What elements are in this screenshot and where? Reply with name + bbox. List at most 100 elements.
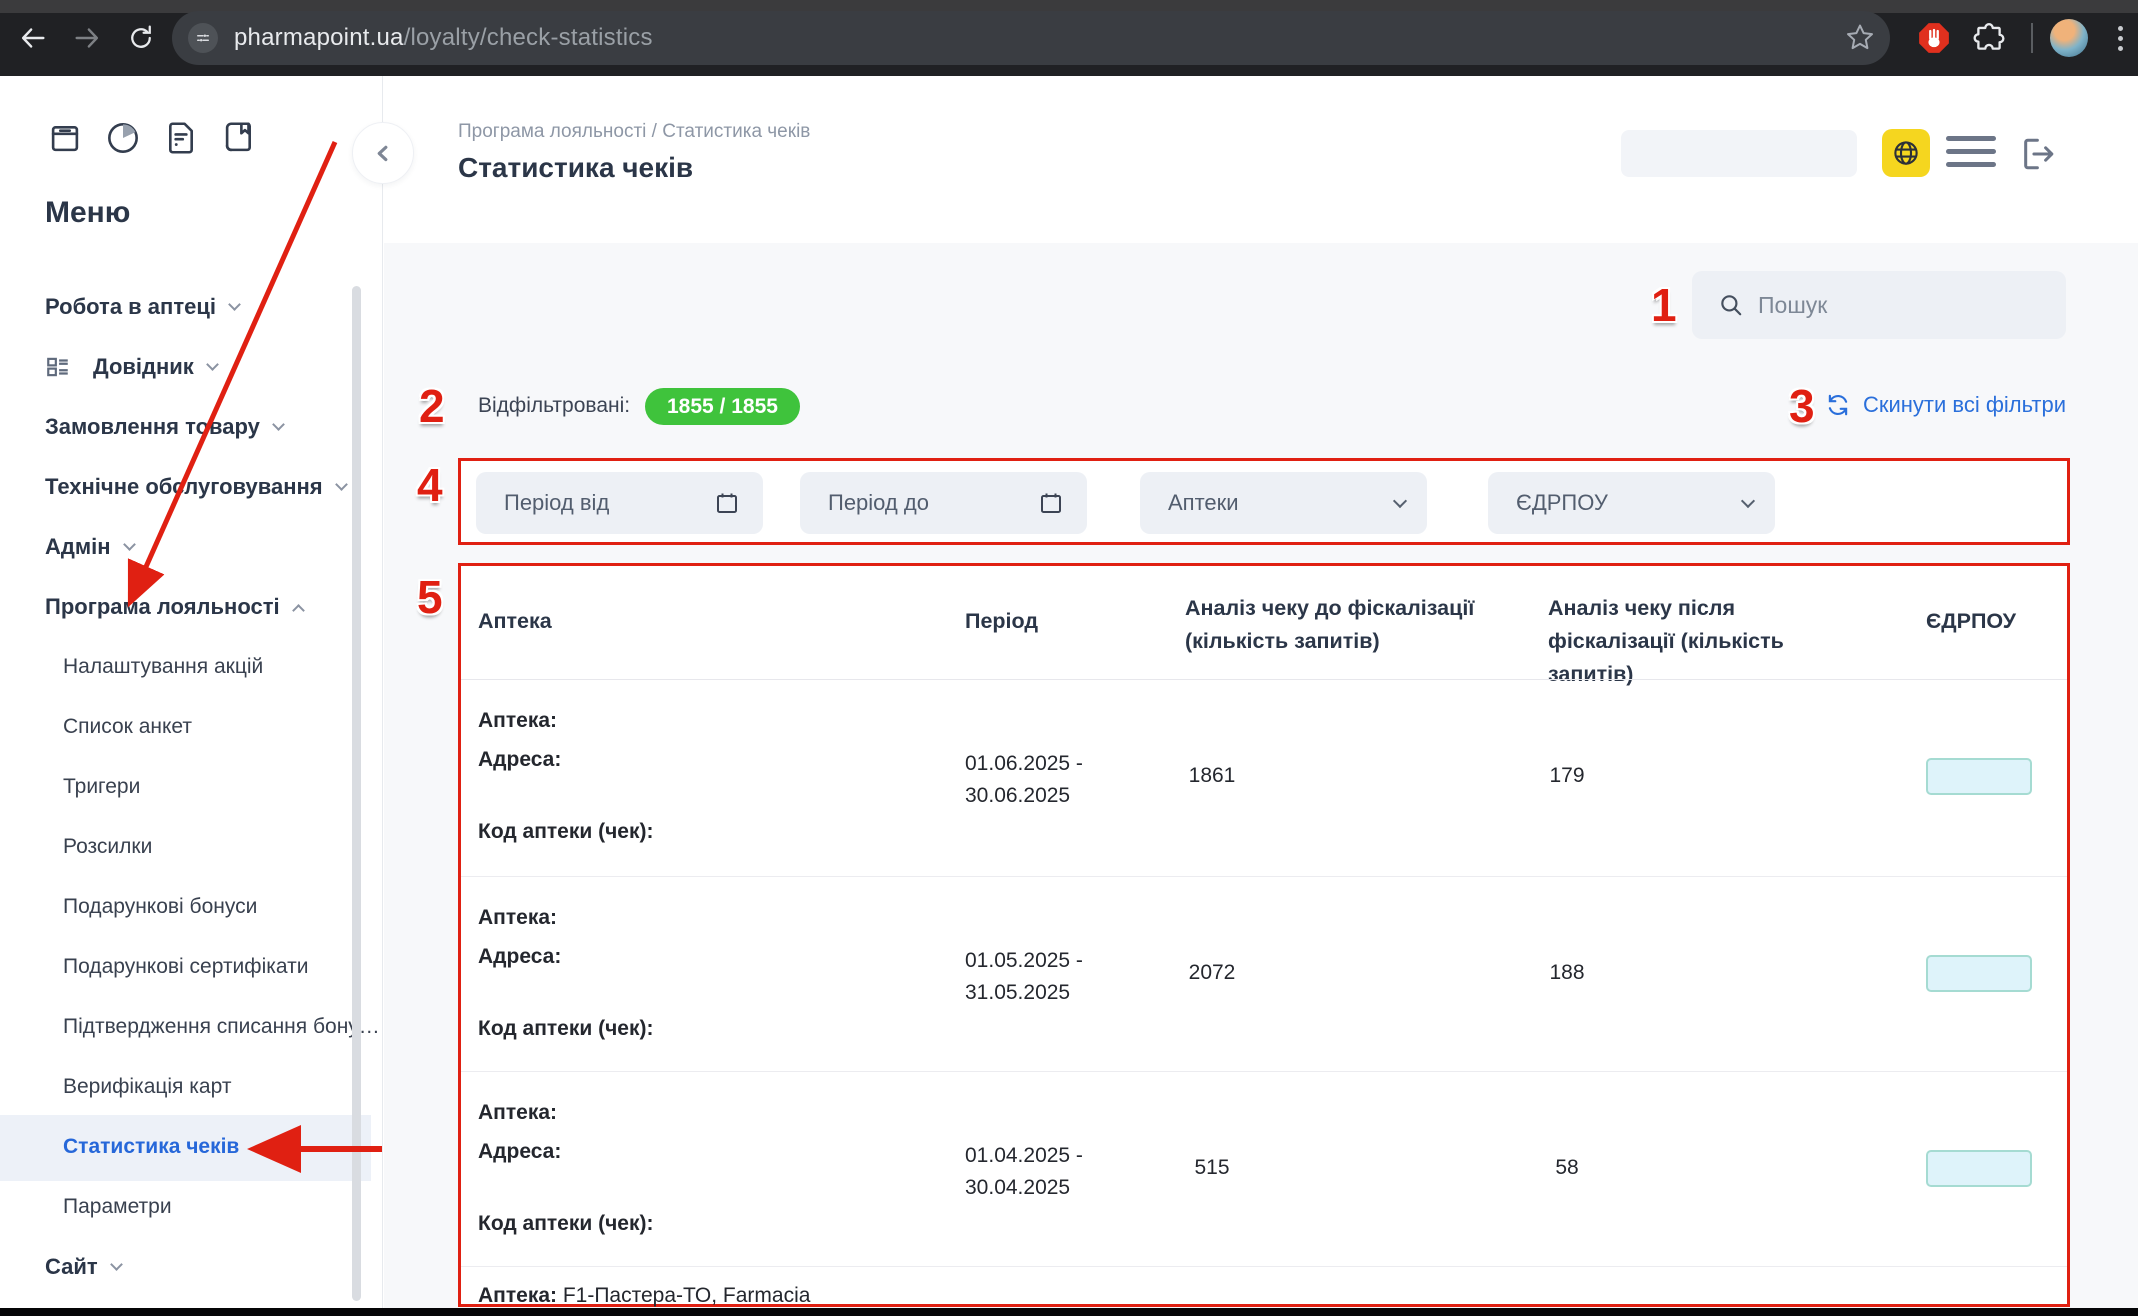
row-label-pharmacy: Аптека:: [478, 906, 557, 930]
row-label-code: Код аптеки (чек):: [478, 820, 653, 844]
sidebar-section-site[interactable]: Сайт: [45, 1252, 121, 1282]
language-globe-button[interactable]: [1882, 129, 1930, 177]
extensions-puzzle-icon[interactable]: [1972, 21, 2006, 60]
search-input[interactable]: [1758, 292, 2038, 319]
chevron-down-icon: [335, 478, 348, 491]
annotation-number-2: 2: [419, 379, 445, 433]
url-path: /loyalty/check-statistics: [404, 24, 653, 51]
page: pharmapoint.ua/loyalty/check-statistics: [0, 0, 2138, 1316]
row-separator: [461, 1266, 2067, 1267]
sidebar-item-check-statistics[interactable]: Статистика чеків: [63, 1132, 239, 1162]
box-icon[interactable]: [41, 114, 89, 162]
sidebar-section-loyalty[interactable]: Програма лояльності: [45, 592, 303, 622]
list-icon: [45, 354, 71, 380]
row-separator: [461, 1071, 2067, 1072]
sidebar-item-mailings[interactable]: Розсилки: [63, 832, 152, 862]
col-period: Період: [965, 609, 1038, 634]
row-label-code: Код аптеки (чек):: [478, 1017, 653, 1041]
sidebar-scrollbar[interactable]: [352, 286, 361, 1301]
url-domain: pharmapoint.ua: [234, 24, 404, 51]
sidebar-section-directory[interactable]: Довідник: [45, 352, 217, 382]
row-label-code: Код аптеки (чек):: [478, 1212, 653, 1236]
sidebar-item-bonus-writeoff-confirm[interactable]: Підтвердження списання бону…: [63, 1012, 380, 1042]
table-header-border: [461, 679, 2067, 680]
row-label-address: Адреса:: [478, 1140, 561, 1164]
after-count: 179: [1532, 764, 1602, 788]
browser-toolbar: pharmapoint.ua/loyalty/check-statistics: [0, 0, 2138, 76]
sidebar-item-card-verification[interactable]: Верифікація карт: [63, 1072, 231, 1102]
row-label-address: Адреса:: [478, 945, 561, 969]
sidebar-section-goods-order[interactable]: Замовлення товару: [45, 412, 283, 442]
sidebar-menu-title: Меню: [45, 196, 130, 230]
annotation-number-5: 5: [417, 570, 443, 624]
edrpou-redacted-value: [1926, 955, 2032, 992]
sidebar-collapse-button[interactable]: [352, 122, 414, 184]
sidebar: Меню Робота в аптеці Довідник Замовлення…: [0, 76, 383, 1316]
adblock-icon[interactable]: [1917, 21, 1951, 60]
col-after-fiscalization: Аналіз чеку після фіскалізації (кількіст…: [1548, 592, 1858, 691]
row-label-pharmacy: Аптека:: [478, 1284, 557, 1307]
sidebar-item-gift-certificates[interactable]: Подарункові сертифікати: [63, 952, 308, 982]
bookmark-star-icon[interactable]: [1844, 21, 1876, 58]
sidebar-item-triggers[interactable]: Тригери: [63, 772, 140, 802]
calendar-icon: [1037, 489, 1065, 517]
period-cell: 01.05.2025 -31.05.2025: [965, 945, 1083, 1009]
reset-filters-link[interactable]: Скинути всі фільтри: [1825, 392, 2066, 418]
avatar[interactable]: [2050, 19, 2088, 57]
book-icon[interactable]: [215, 114, 263, 162]
sidebar-section-admin[interactable]: Адмін: [45, 532, 134, 562]
sidebar-item-gift-bonuses[interactable]: Подарункові бонуси: [63, 892, 257, 922]
chevron-down-icon: [228, 298, 241, 311]
main-content: Програма лояльності / Статистика чеків С…: [384, 76, 2138, 1316]
logout-icon[interactable]: [2014, 132, 2058, 176]
reload-icon[interactable]: [122, 19, 160, 57]
annotation-number-1: 1: [1651, 278, 1677, 332]
browser-menu-dots-icon[interactable]: [2118, 26, 2124, 51]
after-count: 58: [1532, 1156, 1602, 1180]
filter-pharmacies[interactable]: Аптеки: [1140, 472, 1427, 534]
chevron-down-icon: [110, 1258, 123, 1271]
before-count: 2072: [1177, 961, 1247, 985]
chevron-down-icon: [272, 418, 285, 431]
filter-period-from[interactable]: Період від: [476, 472, 763, 534]
chevron-down-icon: [1741, 493, 1755, 507]
filter-edrpou[interactable]: ЄДРПОУ: [1488, 472, 1775, 534]
globe-icon: [1891, 138, 1921, 168]
sidebar-item-promo-settings[interactable]: Налаштування акцій: [63, 652, 263, 682]
col-edrpou: ЄДРПОУ: [1926, 609, 2016, 634]
annotation-number-3: 3: [1789, 379, 1815, 433]
url-bar[interactable]: pharmapoint.ua/loyalty/check-statistics: [172, 11, 1890, 65]
sidebar-section-maintenance[interactable]: Технічне обслуговування: [45, 472, 346, 502]
back-icon[interactable]: [14, 19, 52, 57]
after-count: 188: [1532, 961, 1602, 985]
filtered-count-badge: 1855 / 1855: [645, 388, 800, 425]
annotation-number-4: 4: [417, 458, 443, 512]
pie-chart-icon[interactable]: [99, 114, 147, 162]
row-separator: [461, 876, 2067, 877]
bottom-screen-edge: [0, 1308, 2138, 1316]
sidebar-item-questionnaires[interactable]: Список анкет: [63, 712, 192, 742]
url-text[interactable]: pharmapoint.ua/loyalty/check-statistics: [234, 24, 653, 52]
col-before-fiscalization: Аналіз чеку до фіскалізації (кількість з…: [1185, 592, 1495, 658]
hamburger-icon[interactable]: [1946, 136, 1996, 167]
table-row-partial: Аптека: F1-Пастера-ТО, Farmacia: [478, 1284, 810, 1308]
collapse-chevron-icon: [368, 138, 398, 168]
site-info-icon[interactable]: [188, 23, 218, 53]
header-skeleton-placeholder: [1621, 130, 1857, 177]
row-label-pharmacy: Аптека:: [478, 1101, 557, 1125]
before-count: 515: [1177, 1156, 1247, 1180]
sidebar-section-pharmacy-work[interactable]: Робота в аптеці: [45, 292, 239, 322]
forward-icon[interactable]: [68, 19, 106, 57]
page-title: Статистика чеків: [458, 152, 693, 184]
breadcrumb[interactable]: Програма лояльності / Статистика чеків: [458, 121, 810, 143]
search-icon: [1718, 292, 1744, 318]
row-label-pharmacy: Аптека:: [478, 709, 557, 733]
sidebar-item-parameters[interactable]: Параметри: [63, 1192, 172, 1222]
period-cell: 01.06.2025 -30.06.2025: [965, 748, 1083, 812]
filter-period-to[interactable]: Період до: [800, 472, 1087, 534]
document-icon[interactable]: [157, 114, 205, 162]
filtered-label: Відфільтровані:: [478, 394, 630, 418]
row-label-address: Адреса:: [478, 748, 561, 772]
chevron-up-icon: [292, 604, 305, 617]
search-box[interactable]: [1692, 271, 2066, 339]
